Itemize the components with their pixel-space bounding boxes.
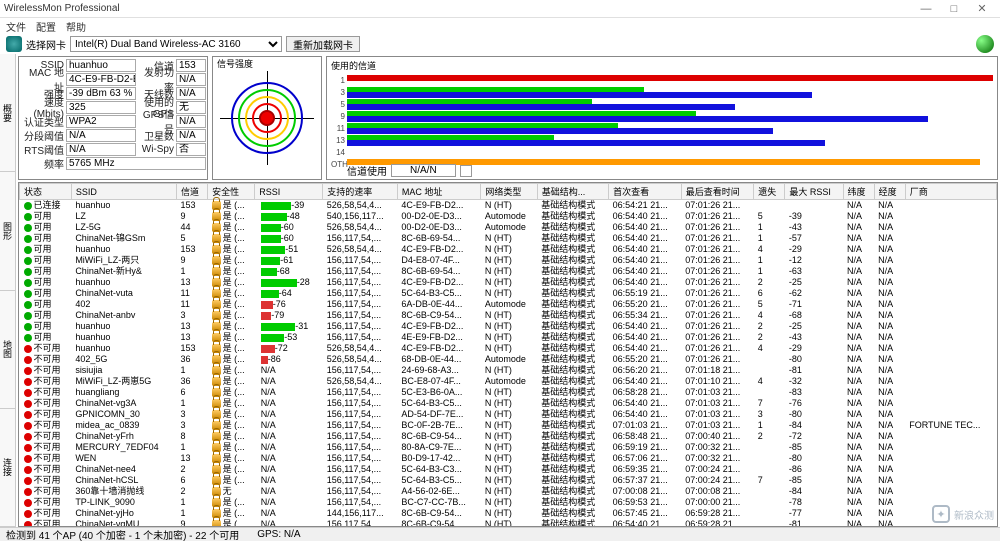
tab-graph[interactable]: 图形: [0, 172, 15, 290]
signal-radar: 信号强度: [212, 56, 322, 180]
col-header[interactable]: 网络类型: [481, 184, 537, 200]
col-header[interactable]: 首次查看: [609, 184, 682, 200]
adapter-icon: [6, 36, 22, 52]
speed-value: 325: [66, 101, 136, 114]
col-header[interactable]: 最后查看时间: [681, 184, 754, 200]
tab-map[interactable]: 地图: [0, 291, 15, 409]
col-header[interactable]: RSSI: [255, 184, 323, 200]
col-header[interactable]: 纬度: [843, 184, 874, 200]
ssid-value: huanhuo: [66, 59, 136, 72]
rssi-value: -39 dBm 63 %: [66, 87, 136, 100]
table-row[interactable]: 不可用TP-LINK_90901是 (...N/A156,117,54,...B…: [20, 497, 997, 508]
col-header[interactable]: 经度: [874, 184, 905, 200]
table-row[interactable]: 不可用402_5G36是 (...-86526,58,54,4...68-DB-…: [20, 354, 997, 365]
toolbar: 选择网卡 Intel(R) Dual Band Wireless-AC 3160…: [0, 34, 1000, 54]
table-row[interactable]: 可用ChinaNet-新Hy&1是 (...-68156,117,54,...8…: [20, 266, 997, 277]
table-row[interactable]: 不可用sisiujia1是 (...N/A156,117,54,...24-69…: [20, 365, 997, 376]
side-tabs: 概要 图形 地图 连接: [0, 54, 16, 527]
table-row[interactable]: 不可用huangliang6是 (...N/A156,117,54,...5C-…: [20, 387, 997, 398]
table-row[interactable]: 不可用MERCURY_7EDF041是 (...N/A156,117,54,..…: [20, 442, 997, 453]
menu-bar: 文件 配置 帮助: [0, 18, 1000, 34]
adapter-label: 选择网卡: [26, 37, 66, 52]
col-header[interactable]: 最大 RSSI: [785, 184, 843, 200]
table-row[interactable]: 可用40211是 (...-76156,117,54,...6A-DB-0E-4…: [20, 299, 997, 310]
table-row[interactable]: 可用huanhuo13是 (...-53156,117,54,...4E-E9-…: [20, 332, 997, 343]
table-row[interactable]: 可用LZ9是 (...-48540,156,117...00-D2-0E-D3.…: [20, 211, 997, 222]
col-header[interactable]: 信道: [176, 184, 207, 200]
table-row[interactable]: 不可用ChinaNet-nee42是 (...N/A156,117,54,...…: [20, 464, 997, 475]
table-row[interactable]: 不可用GPNICOMN_303是 (...N/A156,117,54,...AD…: [20, 409, 997, 420]
table-row[interactable]: 可用huanhuo13是 (...-31156,117,54,...4C-E9-…: [20, 321, 997, 332]
channel-value: 153: [176, 59, 206, 72]
col-header[interactable]: MAC 地址: [397, 184, 480, 200]
menu-file[interactable]: 文件: [6, 19, 26, 34]
tab-summary[interactable]: 概要: [0, 54, 15, 172]
status-bar: 检测到 41 个AP (40 个加密 - 1 个未加密) - 22 个可用 GP…: [0, 527, 1000, 541]
table-row[interactable]: 可用ChinaNet-锦GSm5是 (...-60156,117,54,...8…: [20, 233, 997, 244]
chan-toggle[interactable]: [460, 165, 472, 177]
table-row[interactable]: 可用huanhuo153是 (...-51526,58,54,4...4C-E9…: [20, 244, 997, 255]
close-button[interactable]: ✕: [968, 1, 996, 17]
channel-usage-chart: 使用的信道 1359111314OTH 信道使用 N/A/N: [326, 56, 998, 180]
table-row[interactable]: 不可用ChinaNet-vg3A1是 (...N/A156,117,54,...…: [20, 398, 997, 409]
title-bar: WirelessMon Professional — □ ✕: [0, 0, 1000, 18]
table-row[interactable]: 可用ChinaNet-anbv3是 (...-79156,117,54,...8…: [20, 310, 997, 321]
mac-value: 4C-E9-FB-D2-E7-42: [66, 73, 136, 86]
auth-value: WPA2: [66, 115, 136, 128]
col-header[interactable]: 基础结构...: [537, 184, 608, 200]
status-ap: 检测到 41 个AP (40 个加密 - 1 个未加密) - 22 个可用: [6, 527, 239, 542]
col-header[interactable]: 状态: [20, 184, 72, 200]
reload-button[interactable]: 重新加载网卡: [286, 36, 360, 52]
table-row[interactable]: 可用MiWiFi_LZ-两只9是 (...-61156,117,54,...D4…: [20, 255, 997, 266]
minimize-button[interactable]: —: [912, 1, 940, 17]
adapter-select[interactable]: Intel(R) Dual Band Wireless-AC 3160: [70, 36, 282, 52]
tab-ip[interactable]: 连接: [0, 409, 15, 527]
table-row[interactable]: 不可用ChinaNet-hCSL6是 (...N/A156,117,54,...…: [20, 475, 997, 486]
table-row[interactable]: 不可用ChinaNet-vgMU9是 (...N/A156,117,54,...…: [20, 519, 997, 527]
globe-icon[interactable]: [976, 35, 994, 53]
table-row[interactable]: 可用LZ-5G44是 (...-60526,58,54,4...00-D2-0E…: [20, 222, 997, 233]
table-row[interactable]: 不可用huanhuo153是 (...-72526,58,54,4...4C-E…: [20, 343, 997, 354]
table-row[interactable]: 不可用ChinaNet-yFrh8是 (...N/A156,117,54,...…: [20, 431, 997, 442]
table-row[interactable]: 可用ChinaNet-vuta11是 (...-64156,117,54,...…: [20, 288, 997, 299]
table-row[interactable]: 不可用WEN13是 (...N/A156,117,54,...B0-D9-17-…: [20, 453, 997, 464]
table-row[interactable]: 不可用midea_ac_08393是 (...N/A156,117,54,...…: [20, 420, 997, 431]
table-row[interactable]: 不可用ChinaNet-yjHo1是 (...N/A144,156,117...…: [20, 508, 997, 519]
col-header[interactable]: 厂商: [905, 184, 996, 200]
col-header[interactable]: 遗失: [754, 184, 785, 200]
freq-value: 5765 MHz: [66, 157, 206, 170]
menu-config[interactable]: 配置: [36, 19, 56, 34]
maximize-button[interactable]: □: [940, 1, 968, 17]
menu-help[interactable]: 帮助: [66, 19, 86, 34]
table-row[interactable]: 不可用360靠十墙消抛线2无N/A156,117,54,...A4-56-02-…: [20, 486, 997, 497]
col-header[interactable]: 支持的速率: [323, 184, 398, 200]
col-header[interactable]: SSID: [71, 184, 176, 200]
network-list[interactable]: 状态SSID信道安全性RSSI支持的速率MAC 地址网络类型基础结构...首次查…: [18, 182, 998, 527]
app-title: WirelessMon Professional: [4, 3, 120, 14]
table-row[interactable]: 可用huanhuo13是 (...-28156,117,54,...4C-E9-…: [20, 277, 997, 288]
connection-info: SSIDhuanhuo信道153 MAC 地址4C-E9-FB-D2-E7-42…: [18, 56, 208, 180]
table-row[interactable]: 不可用MiWiFi_LZ-两崽5G36是 (...N/A526,58,54,4.…: [20, 376, 997, 387]
table-row[interactable]: 已连接huanhuo153是 (...-39526,58,54,4...4C-E…: [20, 200, 997, 212]
status-gps: GPS: N/A: [257, 529, 300, 540]
